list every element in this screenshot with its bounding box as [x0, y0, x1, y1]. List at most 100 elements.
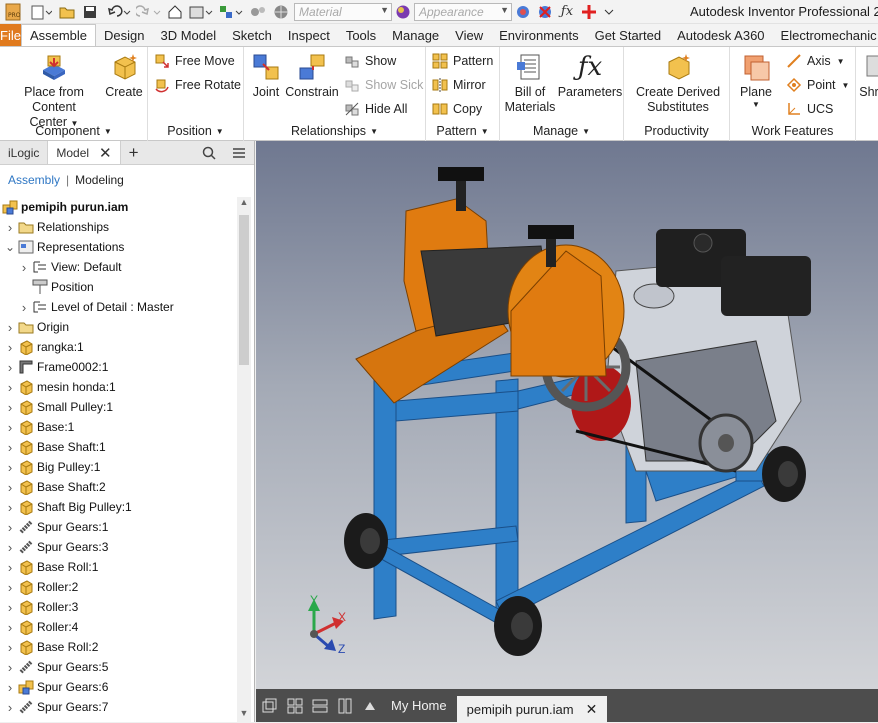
open-file-icon[interactable]: [56, 0, 78, 24]
tree-item[interactable]: › View: Default: [0, 257, 237, 277]
redo-icon[interactable]: [134, 0, 164, 24]
function-icon[interactable]: ƒx: [556, 0, 578, 24]
axis-button[interactable]: Axis ▼: [786, 51, 845, 71]
doc-tab-my-home[interactable]: My Home: [381, 693, 457, 718]
tab-tools[interactable]: Tools: [338, 24, 384, 46]
expand-chevron-icon[interactable]: ›: [4, 600, 16, 615]
joint-button[interactable]: Joint: [248, 51, 284, 100]
adjust-appearance-icon[interactable]: [512, 0, 534, 24]
copy-button[interactable]: Copy: [432, 99, 482, 119]
new-file-icon[interactable]: [26, 0, 56, 24]
create-component-button[interactable]: Create: [104, 51, 144, 100]
add-cross-icon[interactable]: [578, 0, 600, 24]
close-browser-tab-icon[interactable]: ✕: [99, 144, 112, 162]
expand-chevron-icon[interactable]: ›: [4, 460, 16, 475]
tree-item[interactable]: › Level of Detail : Master: [0, 297, 237, 317]
constrain-button[interactable]: Constrain: [284, 51, 340, 100]
hide-all-button[interactable]: Hide All: [344, 99, 407, 119]
expand-chevron-icon[interactable]: ›: [18, 260, 30, 275]
tab-design[interactable]: Design: [96, 24, 152, 46]
modeling-view-link[interactable]: Modeling: [75, 173, 124, 187]
select-filter-icon[interactable]: [216, 0, 246, 24]
color-override-icon[interactable]: [246, 0, 270, 24]
tab-3d-model[interactable]: 3D Model: [153, 24, 225, 46]
clear-appearance-icon[interactable]: [534, 0, 556, 24]
tree-item[interactable]: › Big Pulley:1: [0, 457, 237, 477]
tree-item[interactable]: › Spur Gears:7: [0, 697, 237, 717]
tree-item[interactable]: › Base Shaft:2: [0, 477, 237, 497]
pattern-button[interactable]: Pattern: [432, 51, 493, 71]
shrinkwrap-button[interactable]: Shr: [858, 51, 878, 100]
tab-manage[interactable]: Manage: [384, 24, 447, 46]
component-panel-label[interactable]: Component ▼: [0, 124, 147, 138]
scroll-up-icon[interactable]: ▲: [237, 197, 251, 211]
tree-item[interactable]: › Shaft Big Pulley:1: [0, 497, 237, 517]
browser-search-icon[interactable]: [194, 141, 224, 164]
expand-chevron-icon[interactable]: ›: [4, 360, 16, 375]
tree-item[interactable]: › Roller:4: [0, 617, 237, 637]
tree-item[interactable]: Position: [0, 277, 237, 297]
expand-chevron-icon[interactable]: ›: [4, 700, 16, 715]
tab-assemble[interactable]: Assemble: [20, 24, 97, 46]
tree-item[interactable]: › Spur Gears:5: [0, 657, 237, 677]
tab-autodesk-a360[interactable]: Autodesk A360: [669, 24, 772, 46]
tree-root[interactable]: pemipih purun.iam: [0, 197, 237, 217]
view-triad[interactable]: Y X Z: [308, 593, 346, 656]
tile-windows-icon[interactable]: [284, 695, 306, 717]
tree-item[interactable]: › mesin honda:1: [0, 377, 237, 397]
parameters-button[interactable]: ƒx Parameters: [558, 51, 623, 100]
expand-chevron-icon[interactable]: ›: [4, 540, 16, 555]
expand-chevron-icon[interactable]: ›: [4, 500, 16, 515]
free-rotate-button[interactable]: Free Rotate: [154, 75, 241, 95]
tree-item[interactable]: › Base Shaft:1: [0, 437, 237, 457]
tree-item[interactable]: › Spur Gears:1: [0, 517, 237, 537]
appearance-sphere-icon[interactable]: [392, 0, 414, 24]
tree-item[interactable]: › Base Roll:1: [0, 557, 237, 577]
tab-get-started[interactable]: Get Started: [587, 24, 669, 46]
close-document-icon[interactable]: ✕: [586, 701, 598, 718]
expand-chevron-icon[interactable]: ›: [4, 440, 16, 455]
tile-horizontal-icon[interactable]: [309, 695, 331, 717]
expand-chevron-icon[interactable]: ›: [4, 220, 16, 235]
expand-chevron-icon[interactable]: ›: [4, 580, 16, 595]
globe-icon[interactable]: [270, 0, 292, 24]
browser-tab-model[interactable]: Model ✕: [47, 141, 121, 164]
material-combo[interactable]: Material ▼: [294, 2, 392, 21]
undo-icon[interactable]: [102, 0, 134, 24]
graphics-viewport[interactable]: Y X Z: [256, 141, 878, 689]
position-panel-label[interactable]: Position ▼: [148, 124, 243, 138]
tree-item[interactable]: › Roller:3: [0, 597, 237, 617]
tree-item[interactable]: › Spur Gears:6: [0, 677, 237, 697]
expand-chevron-icon[interactable]: ›: [4, 520, 16, 535]
place-from-content-center-button[interactable]: Place from Content Center ▼: [12, 51, 96, 131]
tree-item[interactable]: › Small Pulley:1: [0, 397, 237, 417]
bill-of-materials-button[interactable]: Bill of Materials: [504, 51, 556, 115]
tab-sketch[interactable]: Sketch: [224, 24, 280, 46]
update-icon[interactable]: [186, 0, 216, 24]
cascade-windows-icon[interactable]: [259, 695, 281, 717]
point-button[interactable]: Point ▼: [786, 75, 849, 95]
expand-chevron-icon[interactable]: ›: [4, 660, 16, 675]
expand-chevron-icon[interactable]: ›: [4, 340, 16, 355]
expand-chevron-icon[interactable]: ›: [18, 300, 30, 315]
appearance-combo[interactable]: Appearance ▼: [414, 2, 512, 21]
pattern-panel-label[interactable]: Pattern ▼: [426, 124, 499, 138]
browser-menu-icon[interactable]: [224, 141, 254, 164]
tree-item[interactable]: › Frame0002:1: [0, 357, 237, 377]
free-move-button[interactable]: Free Move: [154, 51, 235, 71]
expand-chevron-icon[interactable]: ›: [4, 480, 16, 495]
expand-chevron-icon[interactable]: ›: [4, 420, 16, 435]
scroll-down-icon[interactable]: ▼: [237, 708, 251, 722]
expand-chevron-icon[interactable]: ›: [4, 400, 16, 415]
expand-chevron-icon[interactable]: ›: [4, 320, 16, 335]
expand-chevron-icon[interactable]: ›: [4, 680, 16, 695]
add-browser-tab-icon[interactable]: +: [121, 141, 147, 164]
browser-tab-ilogic[interactable]: iLogic: [0, 141, 47, 164]
home-icon[interactable]: [164, 0, 186, 24]
tree-item[interactable]: › Roller:2: [0, 577, 237, 597]
tree-item[interactable]: › Origin: [0, 317, 237, 337]
document-list-icon[interactable]: [359, 695, 381, 717]
tree-item[interactable]: › Spur Gears:3: [0, 537, 237, 557]
save-icon[interactable]: [78, 0, 102, 24]
show-button[interactable]: Show: [344, 51, 396, 71]
